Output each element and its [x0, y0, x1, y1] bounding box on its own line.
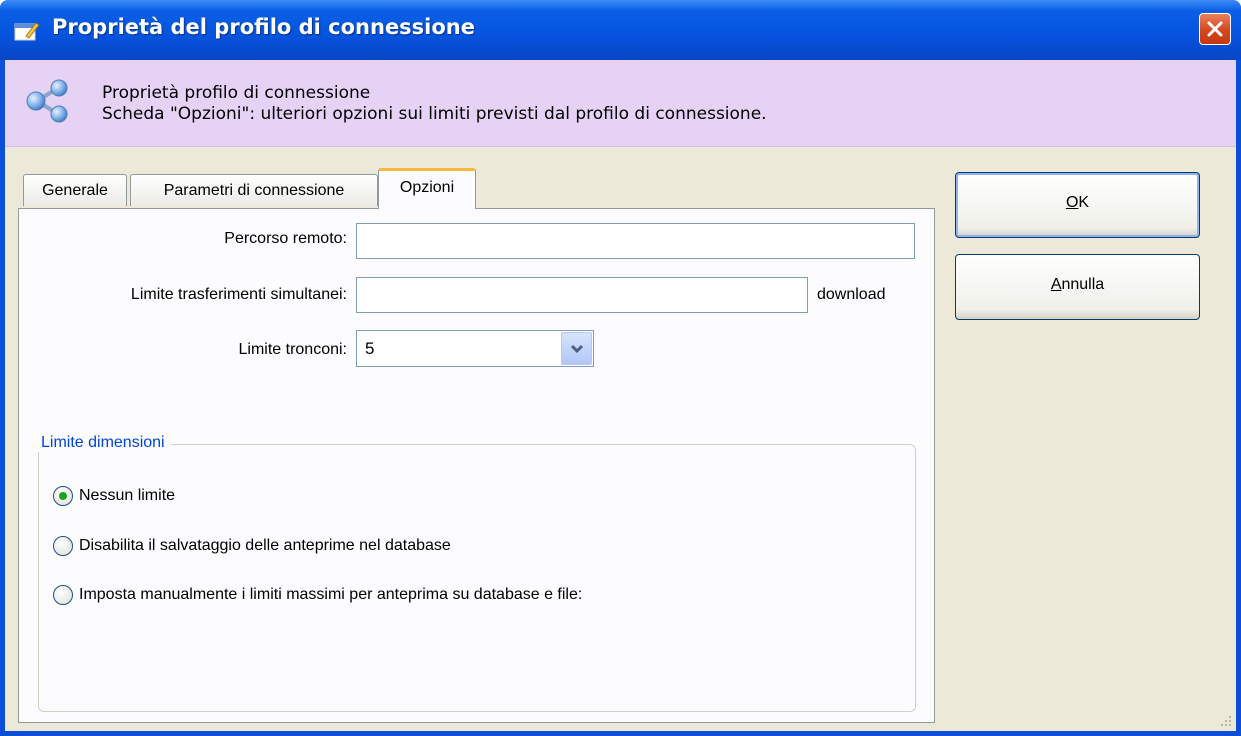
ok-label: K — [1078, 194, 1090, 211]
chunk-limit-label: Limite tronconi: — [238, 341, 348, 358]
cancel-label: nnulla — [1061, 276, 1105, 293]
ok-mnemonic: O — [1065, 194, 1079, 211]
chunk-limit-dropdown-button[interactable] — [561, 332, 592, 365]
tab-opzioni[interactable]: Opzioni — [378, 168, 476, 209]
tab-parametri-connessione[interactable]: Parametri di connessione — [130, 174, 378, 206]
radio-no-limit-label[interactable]: Nessun limite — [79, 487, 175, 505]
remote-path-label: Percorso remoto: — [224, 230, 347, 247]
transfer-limit-unit: download — [817, 286, 886, 303]
share-connection-icon — [26, 79, 68, 123]
radio-disable-previews-label[interactable]: Disabilita il salvataggio delle anteprim… — [79, 537, 451, 555]
transfer-limit-label: Limite trasferimenti simultanei: — [130, 286, 347, 303]
radio-no-limit[interactable] — [53, 486, 73, 506]
header-subtitle: Scheda "Opzioni": ulteriori opzioni sui … — [102, 104, 767, 124]
chunk-limit-value: 5 — [365, 339, 375, 358]
tab-generale[interactable]: Generale — [23, 174, 127, 206]
size-limits-group-title: Limite dimensioni — [35, 434, 171, 452]
close-icon — [1207, 21, 1223, 37]
dialog-window: Proprietà del profilo di connessione Pro… — [0, 0, 1241, 736]
properties-icon — [14, 22, 40, 41]
title-bar[interactable]: Proprietà del profilo di connessione — [0, 0, 1241, 60]
dialog-header: Proprietà profilo di connessione Scheda … — [5, 60, 1236, 147]
radio-manual-limits[interactable] — [53, 585, 73, 605]
ok-button[interactable]: OK — [955, 172, 1200, 238]
size-limits-group: Nessun limite Disabilita il salvataggio … — [38, 444, 916, 712]
header-title: Proprietà profilo di connessione — [102, 83, 371, 103]
close-button[interactable] — [1199, 13, 1231, 45]
transfer-limit-input[interactable] — [356, 277, 808, 313]
cancel-button[interactable]: Annulla — [955, 254, 1200, 320]
window-title: Proprietà del profilo di connessione — [52, 15, 476, 39]
dialog-client-area: Proprietà profilo di connessione Scheda … — [5, 60, 1236, 731]
remote-path-input[interactable] — [356, 223, 915, 259]
radio-selected-dot — [59, 492, 67, 500]
chevron-down-icon — [570, 344, 584, 354]
resize-grip-icon[interactable] — [1218, 713, 1232, 727]
tab-panel-opzioni: Percorso remoto: Limite trasferimenti si… — [18, 208, 935, 723]
radio-manual-limits-label[interactable]: Imposta manualmente i limiti massimi per… — [79, 586, 582, 604]
chunk-limit-select[interactable]: 5 — [356, 330, 594, 367]
cancel-mnemonic: A — [1050, 276, 1062, 293]
radio-disable-previews[interactable] — [53, 536, 73, 556]
